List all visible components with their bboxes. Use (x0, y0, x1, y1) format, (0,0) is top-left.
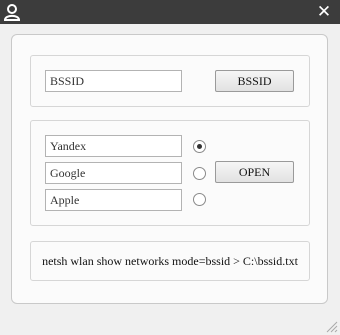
bssid-input[interactable] (45, 70, 182, 92)
open-button[interactable]: OPEN (215, 161, 294, 183)
radio-apple[interactable] (193, 193, 206, 206)
main-panel: BSSID OPEN netsh wlan show networks mode… (11, 34, 328, 304)
radio-google[interactable] (193, 167, 206, 180)
search-option-input-apple[interactable] (45, 189, 182, 211)
close-icon: ✕ (316, 2, 332, 22)
window-body: BSSID OPEN netsh wlan show networks mode… (0, 24, 340, 335)
search-options-group: OPEN (30, 120, 310, 226)
user-icon (3, 4, 21, 21)
title-bar: ✕ (0, 0, 340, 24)
resize-grip-icon[interactable] (324, 319, 338, 333)
close-button[interactable]: ✕ (314, 2, 334, 22)
radio-selected-dot (197, 144, 202, 149)
bssid-group: BSSID (30, 55, 310, 107)
search-option-input-google[interactable] (45, 162, 182, 184)
command-group: netsh wlan show networks mode=bssid > C:… (30, 241, 310, 281)
search-option-input-yandex[interactable] (45, 135, 182, 157)
radio-yandex[interactable] (193, 140, 206, 153)
command-text: netsh wlan show networks mode=bssid > C:… (42, 254, 298, 268)
bssid-button[interactable]: BSSID (215, 70, 294, 92)
